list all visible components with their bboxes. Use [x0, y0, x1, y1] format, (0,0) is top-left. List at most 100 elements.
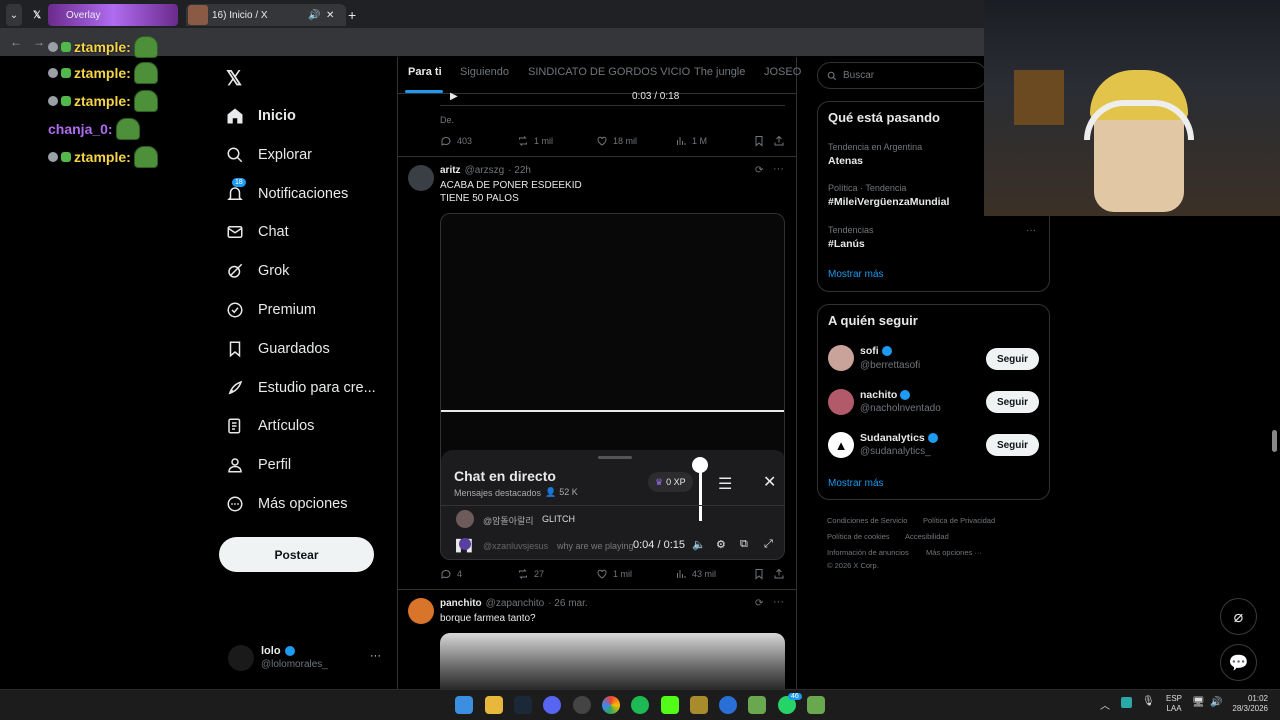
tray-app-icon[interactable]	[1121, 697, 1132, 708]
trend-more-icon[interactable]: ···	[1026, 225, 1036, 236]
nav-item-grok[interactable]: Grok	[226, 256, 289, 286]
overlay-tab[interactable]: Overlay	[48, 4, 178, 26]
trend-name[interactable]: #MileiVergüenzaMundial	[828, 196, 949, 208]
bookmark-button[interactable]	[753, 135, 765, 147]
grok-explain-icon[interactable]: ⟳	[755, 598, 763, 609]
like-button[interactable]: 18 mil	[596, 135, 637, 147]
nav-item-notificaciones[interactable]: 18 Notificaciones	[226, 178, 348, 209]
bookmark-button[interactable]	[753, 568, 765, 580]
steam-icon[interactable]	[514, 696, 532, 714]
post-avatar[interactable]	[408, 598, 434, 624]
footer-link[interactable]: Accesibilidad	[905, 532, 949, 541]
post-video[interactable]: Chat en directo Mensajes destacados 👤 52 …	[440, 213, 785, 560]
gear-icon[interactable]: ⚙	[716, 538, 726, 551]
prev-video-player[interactable]: ▶ 0:03 / 0:18	[440, 91, 785, 106]
xp-badge[interactable]: ♛ 0 XP	[648, 472, 693, 492]
post-author-handle[interactable]: @zapanchito	[486, 598, 545, 609]
nav-item-estudio[interactable]: Estudio para cre...	[226, 373, 376, 403]
repost-button[interactable]: 27	[517, 568, 544, 580]
chrome-icon[interactable]	[602, 696, 620, 714]
account-more-icon[interactable]: ···	[370, 650, 381, 662]
drag-handle[interactable]	[598, 456, 632, 459]
obs-icon[interactable]	[573, 696, 591, 714]
cursor-app-icon[interactable]	[719, 696, 737, 714]
scrollbar-thumb[interactable]	[1272, 430, 1277, 452]
post-button[interactable]: Postear	[219, 537, 374, 572]
grok-explain-icon[interactable]: ⟳	[755, 165, 763, 176]
nav-item-mas-opciones[interactable]: Más opciones	[226, 489, 347, 519]
post-author-name[interactable]: aritz	[440, 165, 461, 176]
nav-item-guardados[interactable]: Guardados	[226, 334, 330, 364]
microphone-icon[interactable]: 🎙	[1142, 696, 1155, 707]
nav-item-chat[interactable]: Chat	[226, 217, 289, 247]
tab-the-jungle[interactable]: The jungle	[694, 66, 745, 78]
back-icon[interactable]: ←	[10, 35, 22, 49]
language-indicator[interactable]: ESP LAA	[1166, 694, 1182, 714]
post-more-icon[interactable]: ···	[773, 596, 784, 608]
play-icon[interactable]: ▶	[450, 91, 458, 102]
pip-icon[interactable]: ⧉	[740, 538, 748, 551]
minecraft-launcher-icon[interactable]	[807, 696, 825, 714]
volume-slider[interactable]	[699, 465, 702, 521]
spotify-icon[interactable]	[631, 696, 649, 714]
tab-sindicato[interactable]: SINDICATO DE GORDOS VICIO	[528, 66, 690, 78]
post-image[interactable]	[440, 633, 785, 689]
trend-name[interactable]: #Lanús	[828, 238, 865, 250]
follow-avatar[interactable]: ▲	[828, 432, 854, 458]
active-tab[interactable]: 16) Inicio / X 🔊 ✕	[186, 4, 346, 26]
close-icon[interactable]: ✕	[763, 472, 776, 492]
kick-icon[interactable]	[661, 696, 679, 714]
tab-siguiendo[interactable]: Siguiendo	[460, 66, 509, 78]
new-tab-button[interactable]: +	[348, 4, 362, 26]
minecraft-icon[interactable]	[748, 696, 766, 714]
like-button[interactable]: 1 mil	[596, 568, 632, 580]
tab-para-ti[interactable]: Para ti	[408, 66, 442, 78]
nav-item-inicio[interactable]: Inicio	[226, 101, 296, 131]
reply-button[interactable]: 403	[440, 135, 472, 147]
post-avatar[interactable]	[408, 165, 434, 191]
follow-button[interactable]: Seguir	[986, 391, 1039, 413]
post-author-handle[interactable]: @arzszg	[465, 165, 505, 176]
account-name[interactable]: lolo	[261, 645, 295, 657]
footer-link[interactable]: Información de anuncios	[827, 548, 909, 557]
post-time[interactable]: · 22h	[508, 165, 531, 176]
footer-link[interactable]: Más opciones ···	[926, 548, 982, 557]
follow-name[interactable]: Sudanalytics	[860, 432, 938, 444]
discord-icon[interactable]	[543, 696, 561, 714]
post-time[interactable]: · 26 mar.	[548, 598, 587, 609]
speaker-icon[interactable]: 🔈	[692, 538, 706, 551]
volume-slider-knob[interactable]	[692, 457, 708, 473]
views-button[interactable]: 43 mil	[675, 568, 716, 580]
reply-button[interactable]: 4	[440, 568, 462, 580]
x-logo-icon[interactable]: 𝕏	[226, 66, 246, 90]
follow-button[interactable]: Seguir	[986, 348, 1039, 370]
close-tab-icon[interactable]: ✕	[326, 10, 334, 21]
windows-start-icon[interactable]	[455, 696, 473, 714]
network-icon[interactable]: 🖥	[1192, 697, 1205, 708]
tab-joseo[interactable]: JOSEO	[764, 66, 801, 78]
views-button[interactable]: 1 M	[675, 135, 707, 147]
share-button[interactable]	[773, 135, 785, 147]
tab-search-button[interactable]: ⌄	[6, 4, 22, 26]
x-tab-icon[interactable]: 𝕏	[30, 4, 44, 26]
file-explorer-icon[interactable]	[485, 696, 503, 714]
app-icon[interactable]	[690, 696, 708, 714]
forward-icon[interactable]: →	[33, 35, 45, 49]
post-author-name[interactable]: panchito	[440, 598, 482, 609]
footer-link[interactable]: Política de Privacidad	[923, 516, 995, 525]
share-button[interactable]	[773, 568, 785, 580]
follow-avatar[interactable]	[828, 345, 854, 371]
nav-item-articulos[interactable]: Artículos	[226, 411, 314, 441]
messages-fab-icon[interactable]: 💬	[1220, 644, 1257, 681]
fullscreen-icon[interactable]: ⤢	[764, 538, 773, 551]
footer-link[interactable]: Política de cookies	[827, 532, 890, 541]
trend-name[interactable]: Atenas	[828, 155, 863, 167]
search-box[interactable]: Buscar	[817, 62, 987, 89]
volume-icon[interactable]: 🔊	[1210, 697, 1222, 708]
post-more-icon[interactable]: ···	[773, 163, 784, 175]
nav-item-perfil[interactable]: Perfil	[226, 450, 291, 480]
grok-fab-icon[interactable]: ⌀	[1220, 598, 1257, 635]
show-more-link[interactable]: Mostrar más	[828, 269, 884, 280]
clock[interactable]: 01:02 28/3/2026	[1228, 694, 1268, 714]
nav-item-explorar[interactable]: Explorar	[226, 140, 312, 170]
